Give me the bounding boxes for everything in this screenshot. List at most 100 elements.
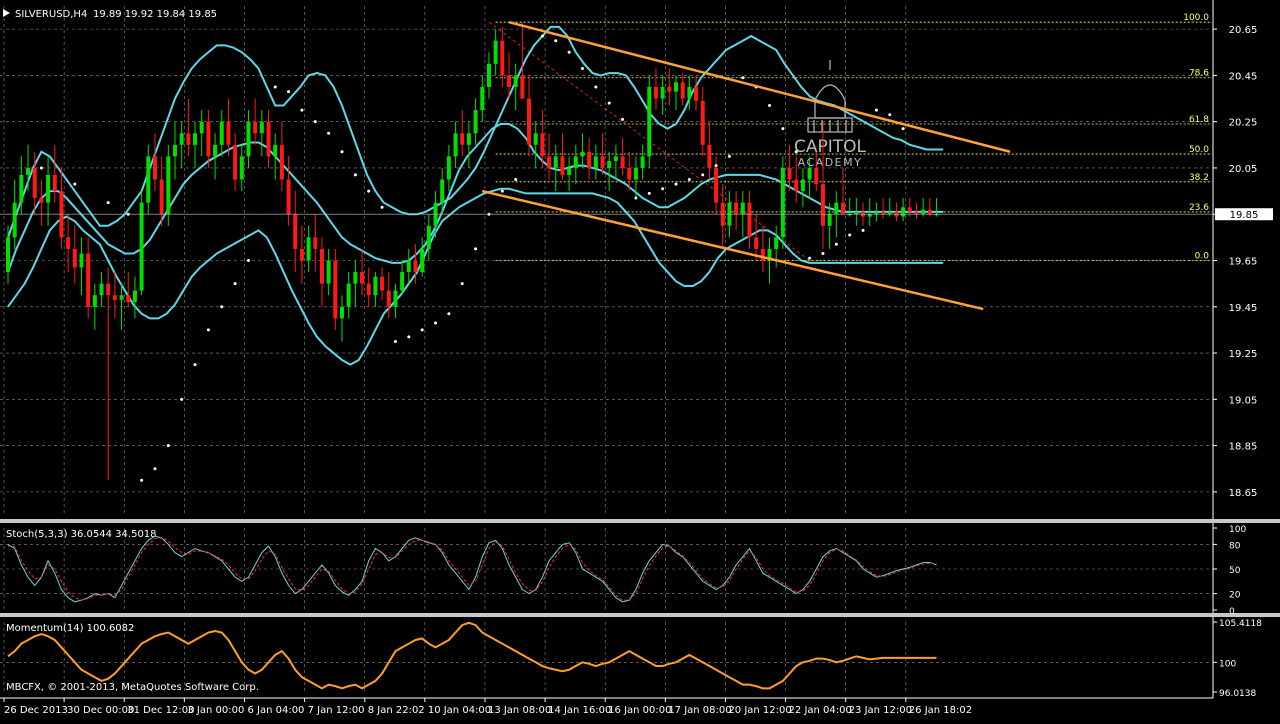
sar-dot	[193, 363, 197, 367]
price-tick-label: 19.45	[1229, 303, 1258, 314]
candle-body	[253, 121, 258, 134]
panel-separator-2[interactable]	[0, 613, 1280, 617]
candle-body	[219, 121, 224, 145]
candle-body	[273, 144, 278, 157]
candle-body	[173, 144, 177, 157]
candle-body	[547, 156, 552, 168]
candle-body	[914, 211, 919, 215]
sar-dot	[140, 478, 144, 482]
momentum-label: Momentum(14) 100.6082	[6, 623, 134, 634]
candle-body	[754, 237, 759, 249]
sar-dot	[233, 282, 237, 286]
sar-dot	[567, 50, 571, 54]
candle-body	[233, 144, 238, 180]
sar-dot	[220, 305, 224, 309]
candle-body	[259, 121, 264, 134]
candle-body	[814, 167, 819, 185]
time-tick-label: 26 Dec 2013	[4, 705, 68, 716]
candle-body	[520, 75, 525, 99]
candle-body	[800, 179, 805, 192]
sar-dot	[300, 108, 304, 112]
candle-body	[680, 82, 685, 99]
candle-body	[440, 179, 445, 203]
candle-body	[473, 110, 478, 134]
time-tick-label: 22 Jan 04:00	[789, 705, 852, 716]
candle-body	[19, 174, 24, 203]
candle-body	[794, 179, 799, 192]
time-tick-label: 23 Jan 12:00	[849, 705, 912, 716]
chart-window[interactable]: 100.0 78.6 61.8 50.0 38.2 23.6 0.0 CAPITOL ACA…	[0, 0, 1280, 720]
ohlc-label: 19.89 19.92 19.84 19.85	[93, 9, 217, 20]
time-tick-label: 26 Jan 18:02	[909, 705, 972, 716]
sar-dot	[834, 242, 838, 246]
candle-body	[887, 211, 892, 215]
fibo-level-label: 38.2	[1189, 173, 1209, 183]
candle-body	[446, 156, 451, 180]
sar-dot	[73, 182, 77, 186]
candle-body	[239, 156, 244, 180]
time-tick-label: 14 Jan 16:00	[548, 705, 611, 716]
candle-body	[179, 133, 184, 145]
sar-dot	[647, 191, 651, 195]
candle-body	[406, 260, 411, 273]
candle-body	[807, 167, 812, 180]
candle-body	[460, 133, 465, 145]
time-tick-label: 30 Dec 00:00	[67, 705, 134, 716]
candle-body	[132, 290, 137, 303]
sar-dot	[287, 90, 291, 94]
sar-dot	[434, 321, 438, 325]
sar-dot	[781, 127, 785, 131]
watermark-line2: ACADEMY	[798, 156, 863, 169]
candle-body	[734, 202, 739, 215]
candle-body	[266, 121, 271, 157]
fibo-level-label: 100.0	[1183, 13, 1209, 23]
candle-body	[667, 86, 672, 92]
candle-body	[533, 133, 538, 145]
price-tick-label: 19.25	[1229, 349, 1258, 360]
sar-dot	[741, 76, 745, 80]
candle-body	[640, 156, 645, 168]
candle-body	[193, 133, 198, 145]
candle-body	[380, 276, 385, 291]
sar-dot	[808, 256, 812, 260]
candle-body	[714, 167, 719, 203]
price-tick-label: 19.05	[1229, 395, 1258, 406]
candle-body	[26, 167, 31, 175]
candle-body	[420, 248, 425, 273]
price-tick-label: 20.45	[1229, 71, 1258, 82]
candle-body	[647, 86, 652, 157]
candle-body	[507, 75, 511, 87]
candle-body	[540, 133, 545, 157]
time-tick-label: 7 Jan 12:00	[308, 705, 365, 716]
candle-body	[633, 167, 638, 180]
fibo-level-label: 78.6	[1189, 69, 1209, 79]
candle-body	[466, 133, 471, 145]
copyright-text: MBCFX, © 2001-2013, MetaQuotes Software …	[6, 682, 259, 693]
candle-body	[593, 156, 598, 168]
fibo-level-label: 50.0	[1189, 145, 1209, 155]
panel-separator-1[interactable]	[0, 519, 1280, 523]
time-tick-label: 17 Jan 08:00	[668, 705, 731, 716]
candle-body	[99, 283, 104, 296]
sar-dot	[166, 444, 170, 448]
candle-body	[206, 121, 211, 157]
candle-body	[927, 209, 932, 215]
sar-dot	[380, 205, 384, 209]
time-tick-label: 16 Jan 00:00	[608, 705, 671, 716]
candle-body	[366, 283, 371, 296]
candle-body	[527, 98, 532, 145]
watermark-line1: CAPITOL	[794, 137, 867, 157]
sar-dot	[901, 127, 905, 131]
candle-body	[52, 174, 57, 192]
candle-body	[319, 248, 324, 284]
sar-dot	[353, 173, 357, 177]
stoch-label: Stoch(5,3,3) 36.0544 34.5018	[6, 529, 157, 540]
candle-body	[694, 86, 699, 101]
candle-body	[146, 156, 151, 203]
candle-body	[907, 207, 912, 212]
candle-body	[607, 161, 612, 168]
candle-body	[226, 121, 231, 145]
price-tick-label: 20.65	[1229, 25, 1258, 36]
candle-body	[386, 290, 391, 307]
price-tick-label: 20.05	[1229, 164, 1258, 175]
